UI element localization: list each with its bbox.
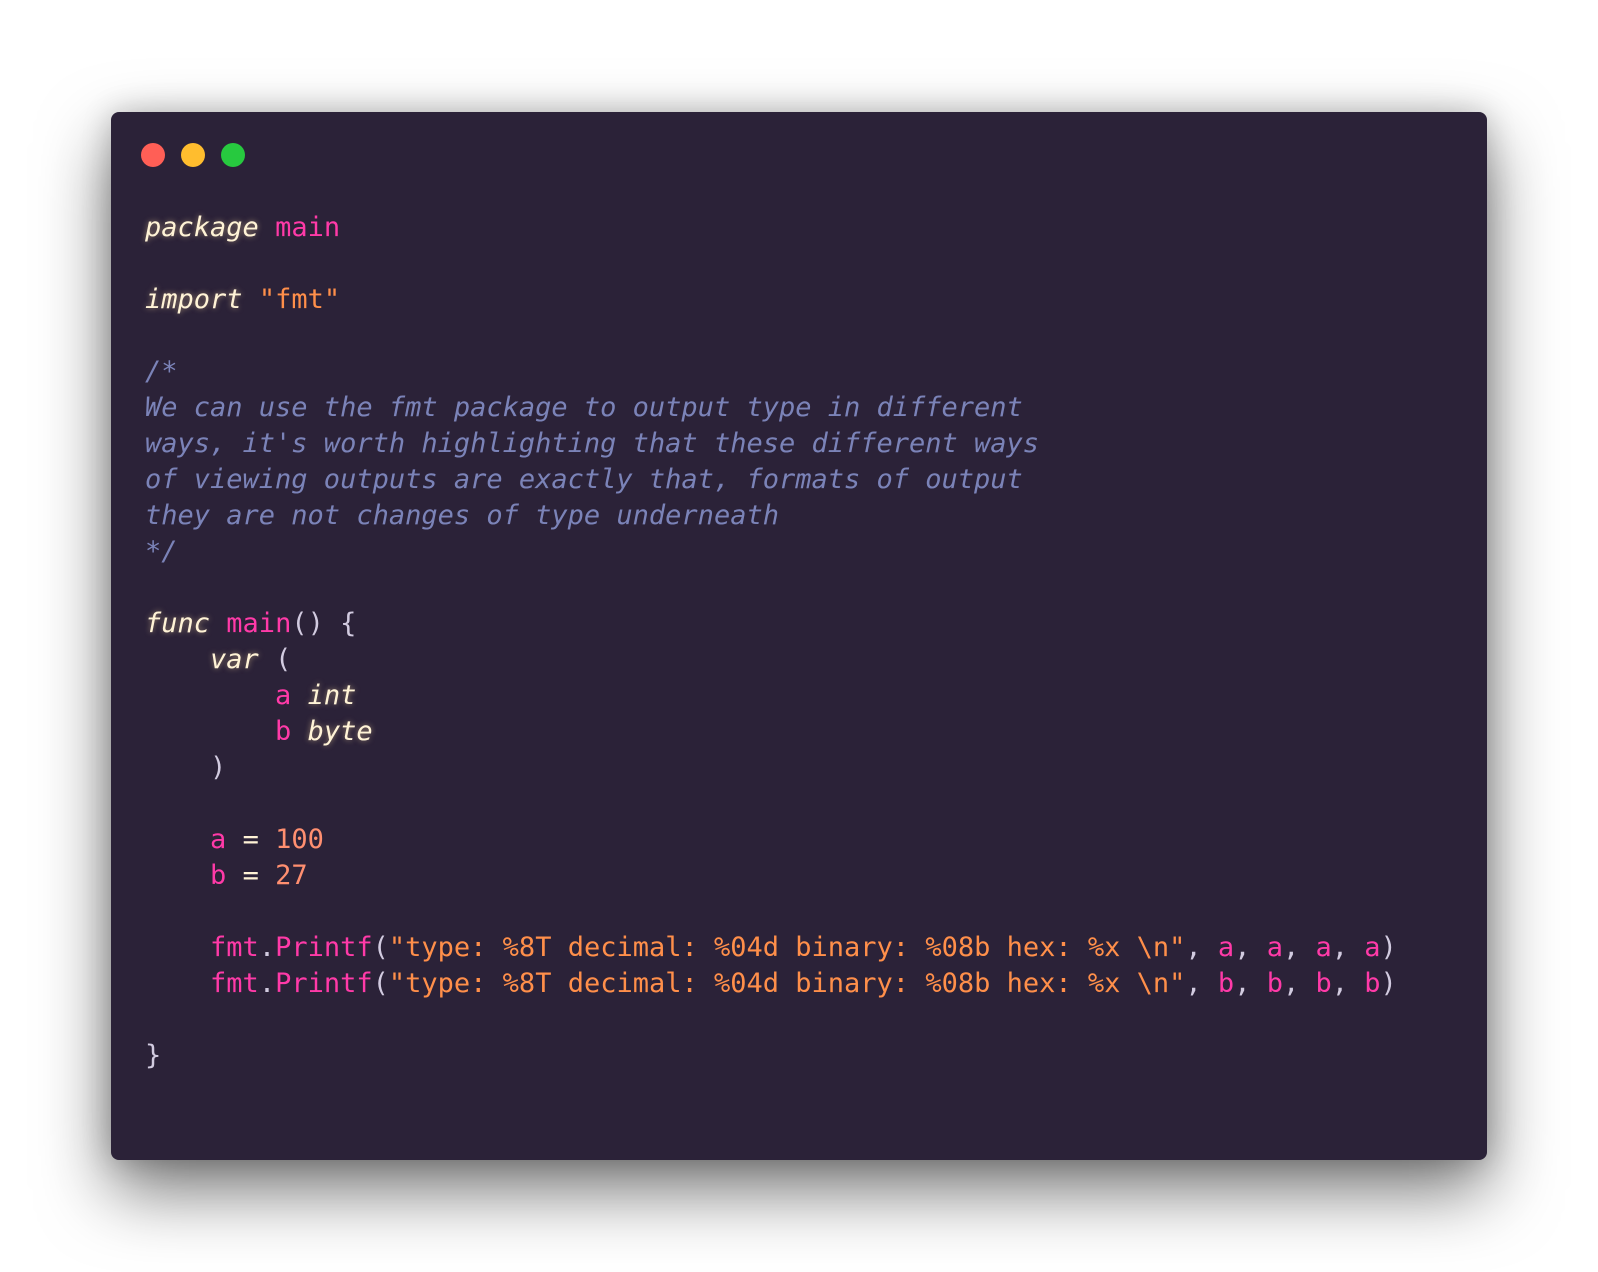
identifier: a <box>275 680 292 711</box>
identifier: a <box>210 824 227 855</box>
comment-line: /* <box>145 356 178 387</box>
function-name: Printf <box>275 968 373 999</box>
comment-line: they are not changes of type underneath <box>145 500 779 531</box>
code-line: } <box>145 1038 1397 1074</box>
operator: = <box>242 824 259 855</box>
number-literal: 100 <box>275 824 324 855</box>
keyword: var <box>210 644 259 675</box>
operator: = <box>242 860 259 891</box>
function-name: Printf <box>275 932 373 963</box>
code-window: package main import "fmt" /* We can use the… <box>111 112 1487 1160</box>
argument: a <box>1315 932 1332 963</box>
string-literal: "type: %8T decimal: %04d binary: %08b he… <box>388 968 1186 999</box>
punctuation: } <box>145 1040 162 1071</box>
comment-line: ways, it's worth highlighting that these… <box>145 428 1040 459</box>
package-name: fmt <box>210 932 259 963</box>
argument: b <box>1217 968 1235 999</box>
argument: a <box>1266 932 1283 963</box>
type-keyword: int <box>307 680 357 711</box>
window-titlebar <box>111 112 1487 172</box>
package-name: fmt <box>210 968 259 999</box>
comment-line: */ <box>145 536 178 567</box>
punctuation: ( <box>275 644 292 675</box>
identifier: b <box>210 860 227 891</box>
string-literal: "type: %8T decimal: %04d binary: %08b he… <box>388 932 1186 963</box>
close-button[interactable] <box>141 143 165 167</box>
identifier: b <box>275 716 292 747</box>
comment-line: of viewing outputs are exactly that, for… <box>145 464 1023 495</box>
comment-line: We can use the fmt package to output typ… <box>145 392 1023 423</box>
argument: b <box>1266 968 1283 999</box>
code-line: package main <box>145 210 1397 246</box>
code-line: var ( <box>145 642 1397 678</box>
argument: a <box>1217 932 1235 963</box>
identifier: main <box>275 212 341 243</box>
code-line: b byte <box>145 714 1397 750</box>
punctuation: () { <box>291 608 357 639</box>
string-literal: "fmt" <box>258 284 341 315</box>
code-line: a = 100 <box>145 822 1397 858</box>
code-line: b = 27 <box>145 858 1397 894</box>
type-keyword: byte <box>307 716 373 747</box>
argument: a <box>1364 932 1381 963</box>
punctuation: ) <box>210 752 227 783</box>
number-literal: 27 <box>275 860 308 891</box>
keyword: package <box>145 212 259 243</box>
code-line: import "fmt" <box>145 282 1397 318</box>
argument: b <box>1315 968 1332 999</box>
code-line: a int <box>145 678 1397 714</box>
code-line: fmt.Printf("type: %8T decimal: %04d bina… <box>210 968 1397 999</box>
maximize-button[interactable] <box>221 143 245 167</box>
keyword: func <box>145 608 211 639</box>
code-line: func main() { <box>145 606 1397 642</box>
argument: b <box>1364 968 1381 999</box>
code-line: fmt.Printf("type: %8T decimal: %04d bina… <box>210 932 1397 963</box>
identifier: main <box>226 608 292 639</box>
code-block: package main import "fmt" /* We can use the… <box>145 210 1397 1074</box>
code-line: ) <box>145 750 1397 786</box>
minimize-button[interactable] <box>181 143 205 167</box>
keyword: import <box>145 284 243 315</box>
